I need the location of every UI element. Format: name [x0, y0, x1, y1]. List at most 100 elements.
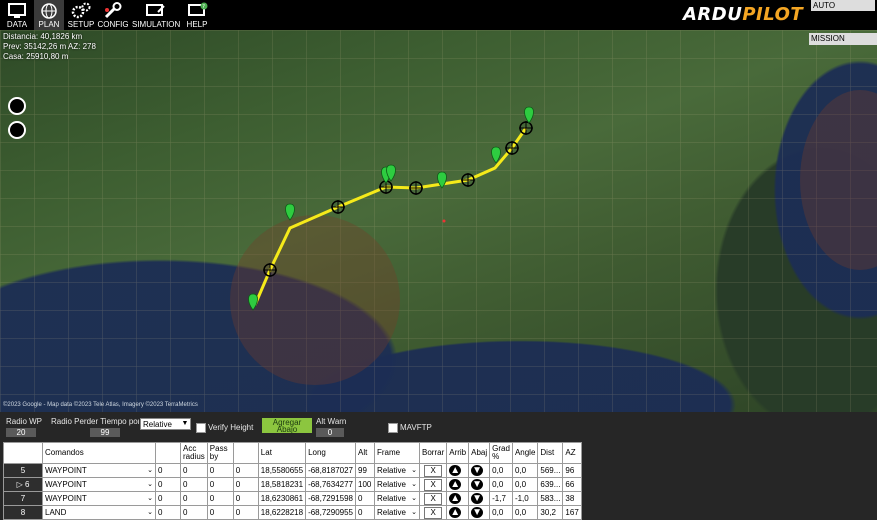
param4-cell[interactable]: 0	[232, 505, 259, 520]
param4-cell[interactable]: 0	[232, 477, 259, 492]
alt-warn-input[interactable]: 0	[316, 428, 344, 437]
delete-cell[interactable]: X	[418, 505, 448, 520]
angle-cell: 0,0	[511, 505, 539, 520]
command-select[interactable]: LAND ⌄	[42, 505, 156, 520]
param1-cell[interactable]: 0	[155, 477, 181, 492]
alt-cell[interactable]: 0	[355, 505, 375, 520]
acc-radius-cell[interactable]: 0	[180, 463, 208, 478]
waypoint-marker-icon[interactable]	[285, 203, 295, 221]
waypoint-crosshair-icon[interactable]	[461, 173, 475, 187]
move-up-cell[interactable]: ▲	[446, 477, 470, 492]
arrow-down-icon[interactable]: ▼	[471, 465, 484, 476]
arrow-down-icon[interactable]: ▼	[471, 493, 484, 504]
waypoint-crosshair-icon[interactable]	[409, 181, 423, 195]
pass-by-cell[interactable]: 0	[206, 491, 234, 506]
header-long: Long	[305, 442, 356, 464]
param1-cell[interactable]: 0	[155, 491, 181, 506]
param1-cell[interactable]: 0	[155, 463, 181, 478]
frame-cell[interactable]: Relative ⌄	[374, 505, 420, 520]
table-row[interactable]: 5 WAYPOINT ⌄ 0 0 0 0 18,5580655 -68,81870…	[3, 463, 583, 478]
menu-config[interactable]: CONFIG	[97, 0, 129, 30]
arrow-down-icon[interactable]: ▼	[471, 507, 484, 518]
param4-cell[interactable]: 0	[232, 491, 259, 506]
home-marker-icon	[442, 219, 446, 223]
delete-button[interactable]: X	[424, 492, 443, 505]
waypoint-marker-icon[interactable]	[491, 146, 501, 164]
lat-cell[interactable]: 18,5818231	[257, 477, 307, 492]
move-up-cell[interactable]: ▲	[446, 463, 470, 478]
command-select[interactable]: WAYPOINT ⌄	[42, 491, 156, 506]
radio-wp-label: Radio WP	[6, 417, 43, 426]
command-select[interactable]: WAYPOINT ⌄	[42, 477, 156, 492]
radio-wp-input[interactable]: 20	[6, 428, 36, 437]
acc-radius-cell[interactable]: 0	[180, 491, 208, 506]
command-value: WAYPOINT	[45, 494, 87, 503]
menu-help[interactable]: ? HELP	[182, 0, 212, 30]
pass-by-cell[interactable]: 0	[206, 505, 234, 520]
move-down-cell[interactable]: ▼	[468, 505, 491, 520]
lat-cell[interactable]: 18,6230861	[257, 491, 307, 506]
menu-simulation[interactable]: SIMULATION	[132, 0, 180, 30]
delete-button[interactable]: X	[424, 464, 443, 477]
arrow-up-icon[interactable]: ▲	[449, 479, 462, 490]
delete-cell[interactable]: X	[418, 463, 448, 478]
arrow-down-icon[interactable]: ▼	[471, 479, 484, 490]
pass-by-cell[interactable]: 0	[206, 477, 234, 492]
loiter-radius-input[interactable]: 99	[90, 428, 120, 437]
arrow-up-icon[interactable]: ▲	[449, 465, 462, 476]
mission-select[interactable]: MISSION	[809, 33, 877, 45]
table-row[interactable]: ▷ 6 WAYPOINT ⌄ 0 0 0 0 18,5818231 -68,763…	[3, 477, 583, 492]
waypoint-marker-icon[interactable]	[524, 106, 534, 124]
row-number: ▷ 6	[3, 477, 43, 492]
acc-radius-cell[interactable]: 0	[180, 477, 208, 492]
frame-cell[interactable]: Relative ⌄	[374, 477, 420, 492]
angle-cell: 0,0	[511, 477, 539, 492]
header-delete: Borrar	[418, 442, 448, 464]
table-row[interactable]: 7 WAYPOINT ⌄ 0 0 0 0 18,6230861 -68,72915…	[3, 491, 583, 506]
move-up-cell[interactable]: ▲	[446, 505, 470, 520]
lat-cell[interactable]: 18,6228218	[257, 505, 307, 520]
arrow-up-icon[interactable]: ▲	[449, 507, 462, 518]
add-below-button[interactable]: Agregar Abajo	[262, 418, 312, 434]
arrow-up-icon[interactable]: ▲	[449, 493, 462, 504]
alt-cell[interactable]: 99	[355, 463, 375, 478]
grad-cell: 0,0	[489, 463, 513, 478]
mavftp-checkbox[interactable]	[388, 423, 398, 433]
param4-cell[interactable]: 0	[232, 463, 259, 478]
move-down-cell[interactable]: ▼	[468, 477, 491, 492]
long-cell[interactable]: -68,8187027	[305, 463, 356, 478]
waypoint-crosshair-icon[interactable]	[263, 263, 277, 277]
long-cell[interactable]: -68,7291598	[305, 491, 356, 506]
command-select[interactable]: WAYPOINT ⌄	[42, 463, 156, 478]
delete-cell[interactable]: X	[418, 477, 448, 492]
waypoint-crosshair-icon[interactable]	[331, 200, 345, 214]
compass-icon[interactable]	[8, 97, 26, 115]
pass-by-cell[interactable]: 0	[206, 463, 234, 478]
delete-cell[interactable]: X	[418, 491, 448, 506]
waypoint-marker-icon[interactable]	[248, 293, 258, 311]
zoom-icon[interactable]	[8, 121, 26, 139]
frame-cell[interactable]: Relative ⌄	[374, 491, 420, 506]
move-up-cell[interactable]: ▲	[446, 491, 470, 506]
long-cell[interactable]: -68,7634277	[305, 477, 356, 492]
flight-mode-select[interactable]: AUTO	[811, 0, 875, 11]
move-down-cell[interactable]: ▼	[468, 491, 491, 506]
svg-text:?: ?	[202, 4, 205, 10]
alt-cell[interactable]: 100	[355, 477, 375, 492]
info-distance: Distancia: 40,1826 km	[3, 32, 83, 41]
verify-height-checkbox[interactable]	[196, 423, 206, 433]
param1-cell[interactable]: 0	[155, 505, 181, 520]
lat-cell[interactable]: 18,5580655	[257, 463, 307, 478]
table-row[interactable]: 8 LAND ⌄ 0 0 0 0 18,6228218 -68,7290955 0…	[3, 505, 583, 520]
mission-panel: Radio WP 20 Radio Perder Tiempo por D 99…	[0, 412, 877, 520]
frame-select[interactable]: Relative ▼	[140, 418, 191, 430]
long-cell[interactable]: -68,7290955	[305, 505, 356, 520]
move-down-cell[interactable]: ▼	[468, 463, 491, 478]
delete-button[interactable]: X	[424, 478, 443, 491]
map-view[interactable]: Distancia: 40,1826 km Prev: 35142,26 m A…	[0, 30, 877, 412]
acc-radius-cell[interactable]: 0	[180, 505, 208, 520]
alt-cell[interactable]: 0	[355, 491, 375, 506]
command-value: WAYPOINT	[45, 480, 87, 489]
delete-button[interactable]: X	[424, 506, 443, 519]
frame-cell[interactable]: Relative ⌄	[374, 463, 420, 478]
